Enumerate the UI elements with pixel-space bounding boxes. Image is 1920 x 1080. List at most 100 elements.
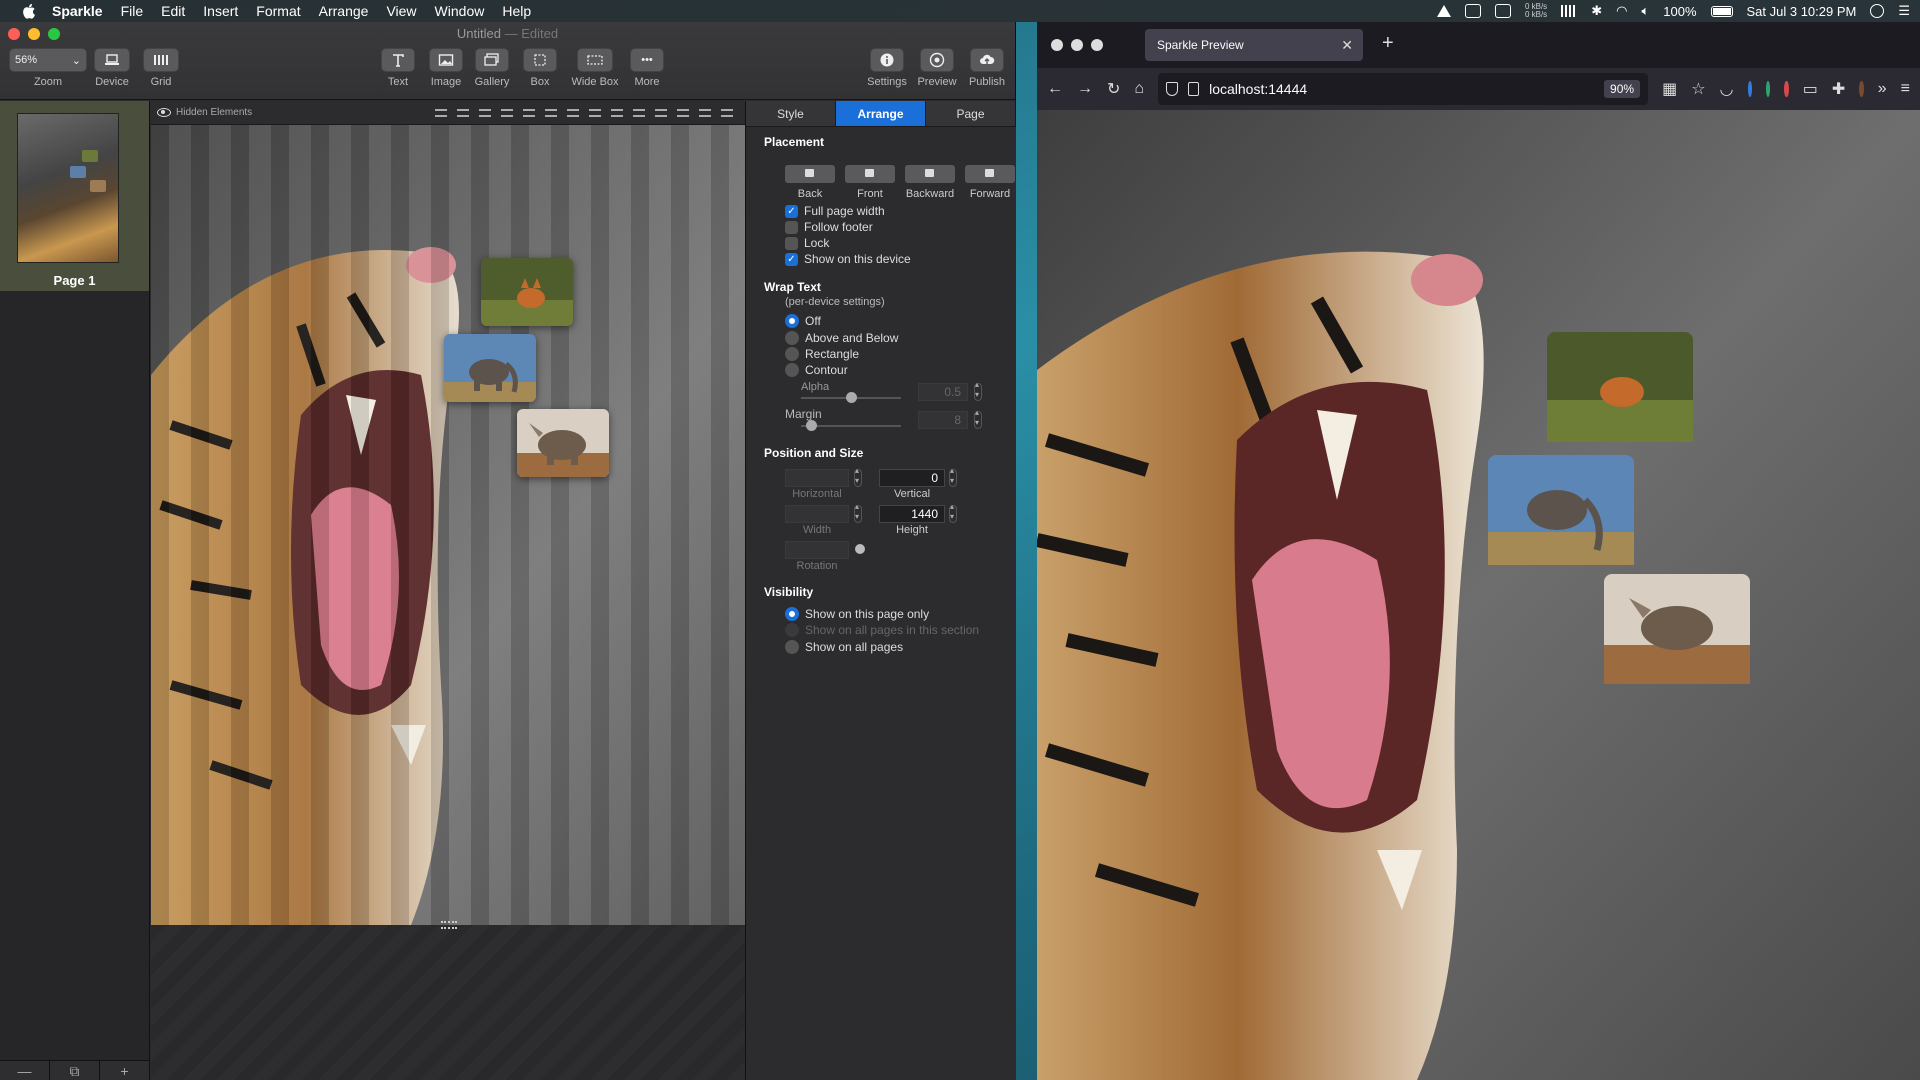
more-button[interactable]: ••• <box>630 48 664 72</box>
same-height-icon[interactable] <box>633 108 645 117</box>
page-height-resize-handle[interactable] <box>441 921 457 929</box>
spotlight-search-icon[interactable] <box>1870 4 1885 18</box>
align-center-icon[interactable] <box>457 108 469 117</box>
add-page-button[interactable]: + <box>100 1061 150 1080</box>
margin-stepper[interactable] <box>974 408 982 429</box>
preview-button[interactable] <box>920 48 954 72</box>
address-bar[interactable]: localhost:14444 90% <box>1158 73 1649 105</box>
alpha-stepper[interactable] <box>974 380 982 401</box>
hidden-elements-eye-icon[interactable] <box>157 108 171 117</box>
width-stepper[interactable] <box>854 502 862 523</box>
zoom-select[interactable]: 56% ⌄ <box>9 48 87 72</box>
bluetooth-icon[interactable]: ✱ <box>1591 3 1602 19</box>
page-canvas[interactable] <box>151 125 745 925</box>
extension-brown-icon[interactable] <box>1859 81 1864 97</box>
margin-slider[interactable] <box>801 420 901 431</box>
eject-icon[interactable] <box>1436 5 1451 17</box>
horizontal-field[interactable] <box>785 469 849 487</box>
hidden-elements-label[interactable]: Hidden Elements <box>176 107 252 118</box>
page-thumbnail-item[interactable]: Page 1 <box>0 101 149 291</box>
align-left-icon[interactable] <box>435 108 447 117</box>
settings-button[interactable] <box>870 48 904 72</box>
reload-icon[interactable]: ↻ <box>1107 79 1120 99</box>
battery-icon[interactable] <box>1710 5 1733 17</box>
alpha-slider-knob[interactable] <box>846 392 857 403</box>
rhino-photo[interactable] <box>517 409 609 477</box>
menu-arrange[interactable]: Arrange <box>319 3 369 19</box>
elephant-photo[interactable] <box>444 334 536 402</box>
margin-slider-knob[interactable] <box>806 420 817 431</box>
tab-style[interactable]: Style <box>746 101 836 126</box>
align-top-icon[interactable] <box>501 108 513 117</box>
reader-icon[interactable]: ▭ <box>1803 79 1818 99</box>
tab-page[interactable]: Page <box>926 101 1016 126</box>
vertical-stepper[interactable] <box>949 466 957 487</box>
menu-format[interactable]: Format <box>256 3 300 19</box>
duplicate-page-button[interactable]: ⧉ <box>50 1061 100 1080</box>
wrap-rectangle-radio[interactable]: Rectangle <box>785 347 859 361</box>
height-stepper[interactable] <box>949 502 957 523</box>
bring-to-front-button[interactable]: Front <box>845 165 895 200</box>
alpha-slider[interactable] <box>801 392 901 403</box>
rotation-dial[interactable] <box>855 544 865 554</box>
insert-box-button[interactable] <box>523 48 557 72</box>
margin-field[interactable]: 8 <box>918 411 968 429</box>
control-center-icon[interactable]: ☰ <box>1898 3 1910 19</box>
show-on-device-checkbox[interactable]: ✓ Show on this device <box>785 252 911 266</box>
browser-tab-active[interactable]: Sparkle Preview ✕ <box>1145 29 1363 61</box>
insert-text-button[interactable] <box>381 48 415 72</box>
page-zoom-badge[interactable]: 90% <box>1604 80 1641 98</box>
bring-forward-button[interactable]: Forward <box>965 165 1015 200</box>
insert-widebox-button[interactable] <box>577 48 613 72</box>
qr-code-icon[interactable]: ▦ <box>1662 79 1677 99</box>
extension-green-icon[interactable] <box>1765 81 1771 97</box>
full-page-width-checkbox[interactable]: ✓ Full page width <box>785 204 885 218</box>
send-to-back-button[interactable]: Back <box>785 165 835 200</box>
publish-button[interactable] <box>970 48 1004 72</box>
menu-insert[interactable]: Insert <box>203 3 238 19</box>
menu-app-name[interactable]: Sparkle <box>52 3 103 19</box>
fox-photo[interactable] <box>481 258 573 326</box>
app-status-icon[interactable] <box>1464 4 1481 18</box>
menu-view[interactable]: View <box>386 3 416 19</box>
distribute-vertical-icon[interactable] <box>589 108 601 117</box>
menu-edit[interactable]: Edit <box>161 3 185 19</box>
bookmark-star-icon[interactable]: ☆ <box>1691 79 1705 99</box>
overflow-chevrons-icon[interactable]: » <box>1878 80 1887 98</box>
follow-footer-checkbox[interactable]: Follow footer <box>785 220 873 234</box>
height-field[interactable]: 1440 <box>879 505 945 523</box>
home-icon[interactable]: ⌂ <box>1134 80 1144 98</box>
vertical-field[interactable]: 0 <box>879 469 945 487</box>
browser-close-button[interactable] <box>1051 39 1063 51</box>
browser-minimize-button[interactable] <box>1071 39 1083 51</box>
tab-arrange[interactable]: Arrange <box>836 101 926 126</box>
page-info-icon[interactable] <box>1188 82 1200 96</box>
align-bottom-icon[interactable] <box>545 108 557 117</box>
send-backward-button[interactable]: Backward <box>905 165 955 200</box>
wrap-contour-radio[interactable]: Contour <box>785 363 848 377</box>
bring-front-icon[interactable] <box>677 108 689 117</box>
adblock-icon[interactable] <box>1784 81 1789 97</box>
send-backward-icon[interactable] <box>699 108 711 117</box>
cpu-meter-icon[interactable] <box>1561 5 1578 17</box>
same-width-icon[interactable] <box>611 108 623 117</box>
rotation-field[interactable] <box>785 541 849 559</box>
url-text[interactable]: localhost:14444 <box>1209 81 1307 97</box>
forward-arrow-icon[interactable]: → <box>1077 80 1093 98</box>
extension-blue-icon[interactable] <box>1747 81 1752 97</box>
new-tab-button[interactable]: + <box>1382 32 1394 55</box>
horizontal-stepper[interactable] <box>854 466 862 487</box>
send-back-icon[interactable] <box>655 108 667 117</box>
grid-button[interactable] <box>143 48 179 72</box>
width-field[interactable] <box>785 505 849 523</box>
show-all-pages-radio[interactable]: Show on all pages <box>785 640 903 654</box>
show-this-page-radio[interactable]: Show on this page only <box>785 607 929 621</box>
align-right-icon[interactable] <box>479 108 491 117</box>
distribute-horizontal-icon[interactable] <box>567 108 579 117</box>
clock[interactable]: Sat Jul 3 10:29 PM <box>1747 4 1857 19</box>
volume-icon[interactable]: 🔈︎ <box>1641 3 1649 19</box>
close-tab-icon[interactable]: ✕ <box>1341 29 1353 61</box>
browser-page-content[interactable] <box>1037 110 1920 1080</box>
insert-gallery-button[interactable] <box>475 48 509 72</box>
lock-checkbox[interactable]: Lock <box>785 236 829 250</box>
